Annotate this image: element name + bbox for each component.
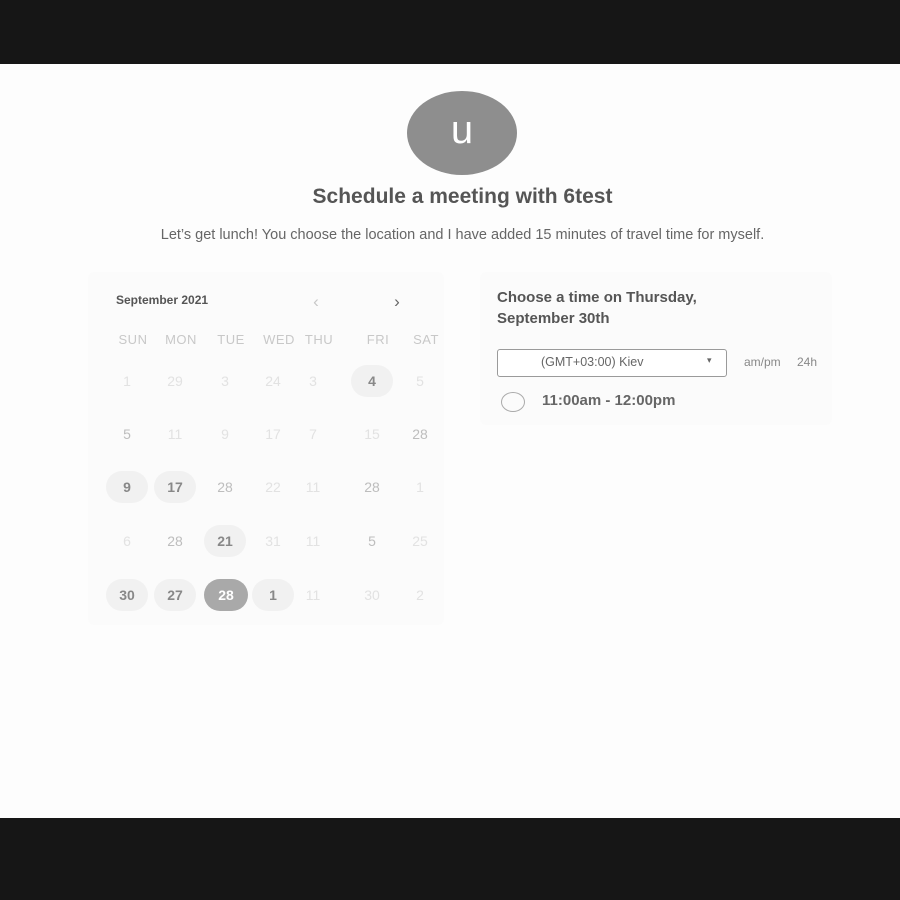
calendar-day[interactable]: 4 [351,365,393,397]
calendar-day: 28 [364,479,380,495]
calendar-day: 11 [305,533,321,549]
timezone-value: (GMT+03:00) Kiev [541,355,644,369]
time-slot-label: 11:00am - 12:00pm [542,392,676,409]
calendar-day: 11 [305,587,321,603]
calendar-day: 17 [265,426,281,442]
calendar-day: 30 [364,587,380,603]
calendar-day: 25 [412,533,428,549]
calendar-day: 24 [265,373,281,389]
avatar: u [407,91,517,175]
time-heading: Choose a time on Thursday, September 30t… [497,287,757,329]
calendar-month-label: September 2021 [116,293,209,307]
calendar-day[interactable]: 9 [106,471,148,503]
calendar-day: 11 [305,479,321,495]
calendar-day: 28 [167,533,183,549]
timezone-select[interactable]: (GMT+03:00) Kiev ▾ [497,349,727,377]
time-slot[interactable]: 11:00am - 12:00pm [500,391,820,415]
weekday-label: MON [165,332,197,347]
calendar-day-selected[interactable]: 28 [204,579,248,611]
calendar-day: 5 [123,426,131,442]
weekday-label: SUN [118,332,148,347]
weekday-label: THU [304,332,334,347]
calendar-day: 1 [416,479,424,495]
meeting-description: Let’s get lunch! You choose the location… [160,227,765,243]
format-ampm-toggle[interactable]: am/pm [744,355,781,369]
next-month-icon[interactable]: › [387,292,407,312]
bottom-black-bar [0,818,900,900]
calendar-day: 7 [309,426,317,442]
calendar-day: 3 [309,373,317,389]
chevron-down-icon: ▾ [707,355,712,365]
calendar-day[interactable]: 17 [154,471,196,503]
calendar-day: 29 [167,373,183,389]
weekday-header: SUN MON TUE WED THU FRI SAT [95,332,439,348]
calendar-day: 28 [412,426,428,442]
calendar-day: 1 [123,373,131,389]
calendar-day: 22 [265,479,281,495]
weekday-label: SAT [413,332,439,347]
time-selection-panel: Choose a time on Thursday, September 30t… [480,272,832,425]
time-heading-line-1: Choose a time on Thursday, [497,289,697,306]
calendar-day: 9 [221,426,229,442]
calendar-day[interactable]: 30 [106,579,148,611]
calendar-day[interactable]: 21 [204,525,246,557]
calendar-day: 6 [123,533,131,549]
calendar-day: 11 [167,426,183,442]
prev-month-icon[interactable]: ‹ [306,292,326,312]
calendar-day: 5 [368,533,376,549]
scheduling-page: u Schedule a meeting with 6test Let’s ge… [0,64,900,818]
calendar-day: 2 [416,587,424,603]
radio-button[interactable] [501,392,525,412]
calendar-day: 15 [364,426,380,442]
format-24h-toggle[interactable]: 24h [797,355,817,369]
calendar-day: 5 [416,373,424,389]
weekday-label: FRI [366,332,390,347]
avatar-letter: u [450,108,474,152]
calendar-panel: September 2021 ‹ › SUN MON TUE WED THU FRI SAT… [88,272,444,625]
time-heading-line-2: September 30th [497,310,610,327]
calendar-day[interactable]: 27 [154,579,196,611]
top-black-bar [0,0,900,64]
weekday-label: TUE [217,332,245,347]
calendar-day: 28 [217,479,233,495]
calendar-day: 3 [221,373,229,389]
calendar-day[interactable]: 1 [252,579,294,611]
page-title: Schedule a meeting with 6test [312,185,613,208]
calendar-day: 31 [265,533,281,549]
